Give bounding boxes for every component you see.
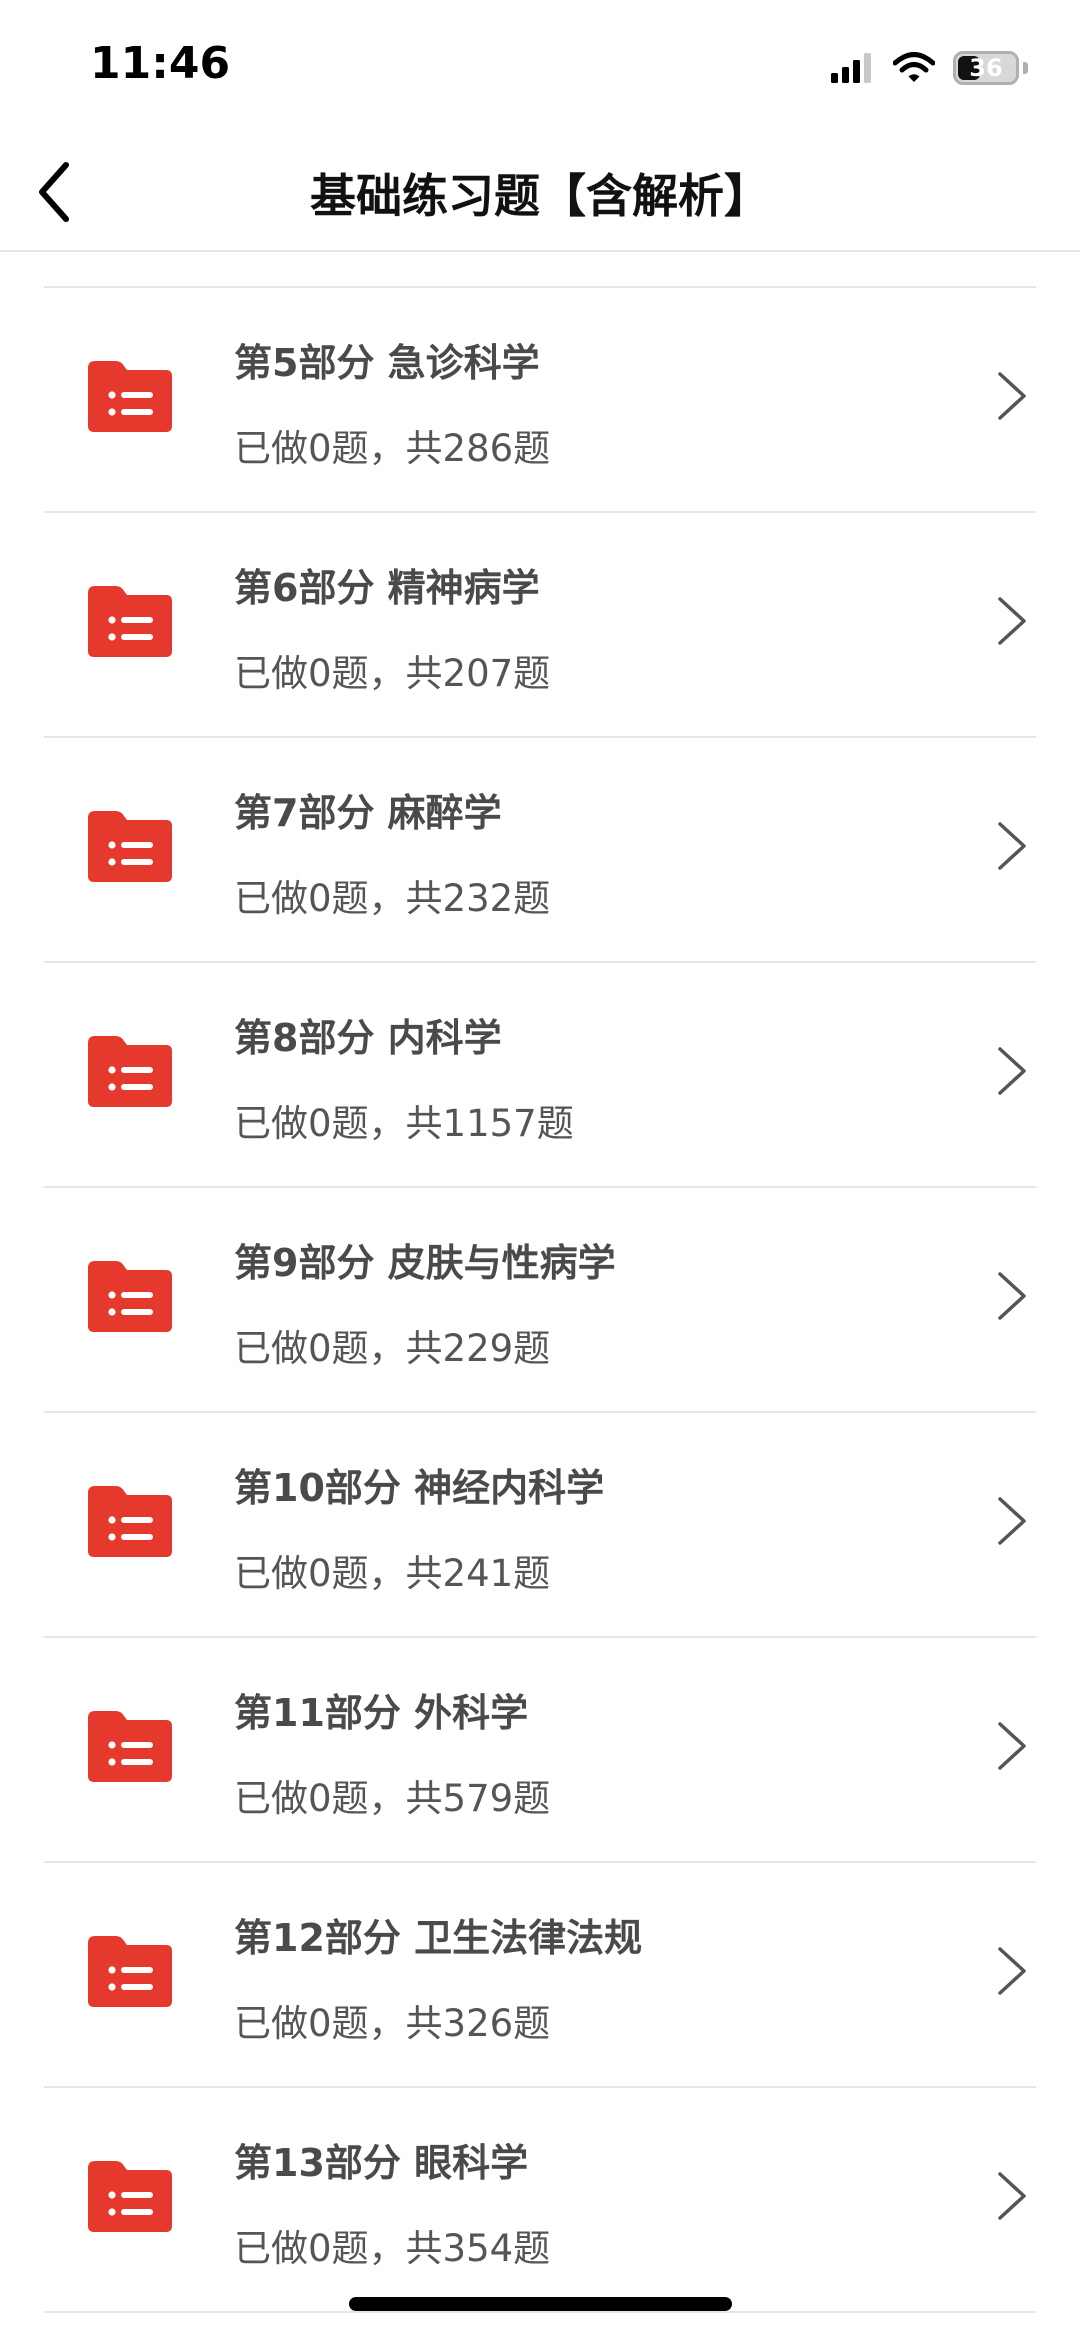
folder-list-icon — [88, 2161, 172, 2232]
item-title: 第7部分 麻醉学 — [234, 791, 502, 835]
status-bar: 11:46 36 — [0, 0, 1080, 130]
item-progress: 已做0题，共229题 — [234, 1327, 551, 1370]
folder-list-icon — [88, 1261, 172, 1332]
item-progress: 已做0题，共286题 — [234, 427, 551, 470]
item-title: 第13部分 眼科学 — [234, 2141, 529, 2185]
item-title: 第10部分 神经内科学 — [234, 1466, 605, 1510]
list-item[interactable]: 第5部分 急诊科学 已做0题，共286题 — [44, 286, 1036, 511]
item-title: 第6部分 精神病学 — [234, 566, 540, 610]
list-item[interactable]: 第13部分 眼科学 已做0题，共354题 — [44, 2086, 1036, 2311]
cellular-signal-icon — [831, 53, 871, 83]
item-title: 第12部分 卫生法律法规 — [234, 1916, 643, 1960]
list-item[interactable]: 第10部分 神经内科学 已做0题，共241题 — [44, 1411, 1036, 1636]
item-progress: 已做0题，共1157题 — [234, 1102, 574, 1145]
folder-list-icon — [88, 1486, 172, 1557]
item-progress: 已做0题，共354题 — [234, 2227, 551, 2270]
list-item[interactable]: 第12部分 卫生法律法规 已做0题，共326题 — [44, 1861, 1036, 2086]
list-item[interactable]: 第9部分 皮肤与性病学 已做0题，共229题 — [44, 1186, 1036, 1411]
app-screen: 11:46 36 基础练习题【含解析】 第5部分 急诊科学 已做0题，共286题… — [0, 0, 1080, 2337]
list-item[interactable]: 第6部分 精神病学 已做0题，共207题 — [44, 511, 1036, 736]
status-time: 11:46 — [90, 38, 231, 89]
chevron-right-icon — [998, 2172, 1026, 2220]
wifi-icon — [893, 52, 935, 82]
item-progress: 已做0题，共326题 — [234, 2002, 551, 2045]
home-indicator[interactable] — [349, 2297, 732, 2311]
list-item[interactable]: 第11部分 外科学 已做0题，共579题 — [44, 1636, 1036, 1861]
list-item[interactable]: 第7部分 麻醉学 已做0题，共232题 — [44, 736, 1036, 961]
chevron-right-icon — [998, 1047, 1026, 1095]
nav-bar: 基础练习题【含解析】 — [0, 130, 1080, 252]
chevron-right-icon — [998, 1272, 1026, 1320]
page-title: 基础练习题【含解析】 — [310, 169, 770, 223]
chevron-right-icon — [998, 1947, 1026, 1995]
battery-icon: 36 — [953, 51, 1019, 85]
chevron-right-icon — [998, 1722, 1026, 1770]
chevron-right-icon — [998, 597, 1026, 645]
list-item[interactable]: 第8部分 内科学 已做0题，共1157题 — [44, 961, 1036, 1186]
chevron-right-icon — [998, 822, 1026, 870]
item-title: 第5部分 急诊科学 — [234, 341, 540, 385]
chevron-right-icon — [998, 372, 1026, 420]
folder-list-icon — [88, 811, 172, 882]
folder-list-icon — [88, 1936, 172, 2007]
status-icons: 36 — [831, 48, 1028, 88]
chevron-right-icon — [998, 1497, 1026, 1545]
battery-level: 36 — [969, 54, 1003, 82]
item-progress: 已做0题，共232题 — [234, 877, 551, 920]
folder-list-icon — [88, 1036, 172, 1107]
folder-list-icon — [88, 1711, 172, 1782]
item-progress: 已做0题，共241题 — [234, 1552, 551, 1595]
item-title: 第8部分 内科学 — [234, 1016, 502, 1060]
battery-tip — [1023, 62, 1028, 74]
folder-list-icon — [88, 586, 172, 657]
item-progress: 已做0题，共207题 — [234, 652, 551, 695]
folder-list-icon — [88, 361, 172, 432]
section-list: 第5部分 急诊科学 已做0题，共286题 第6部分 精神病学 已做0题，共207… — [44, 286, 1036, 2313]
item-title: 第11部分 外科学 — [234, 1691, 529, 1735]
item-progress: 已做0题，共579题 — [234, 1777, 551, 1820]
list-end-divider — [44, 2311, 1036, 2313]
item-title: 第9部分 皮肤与性病学 — [234, 1241, 616, 1285]
